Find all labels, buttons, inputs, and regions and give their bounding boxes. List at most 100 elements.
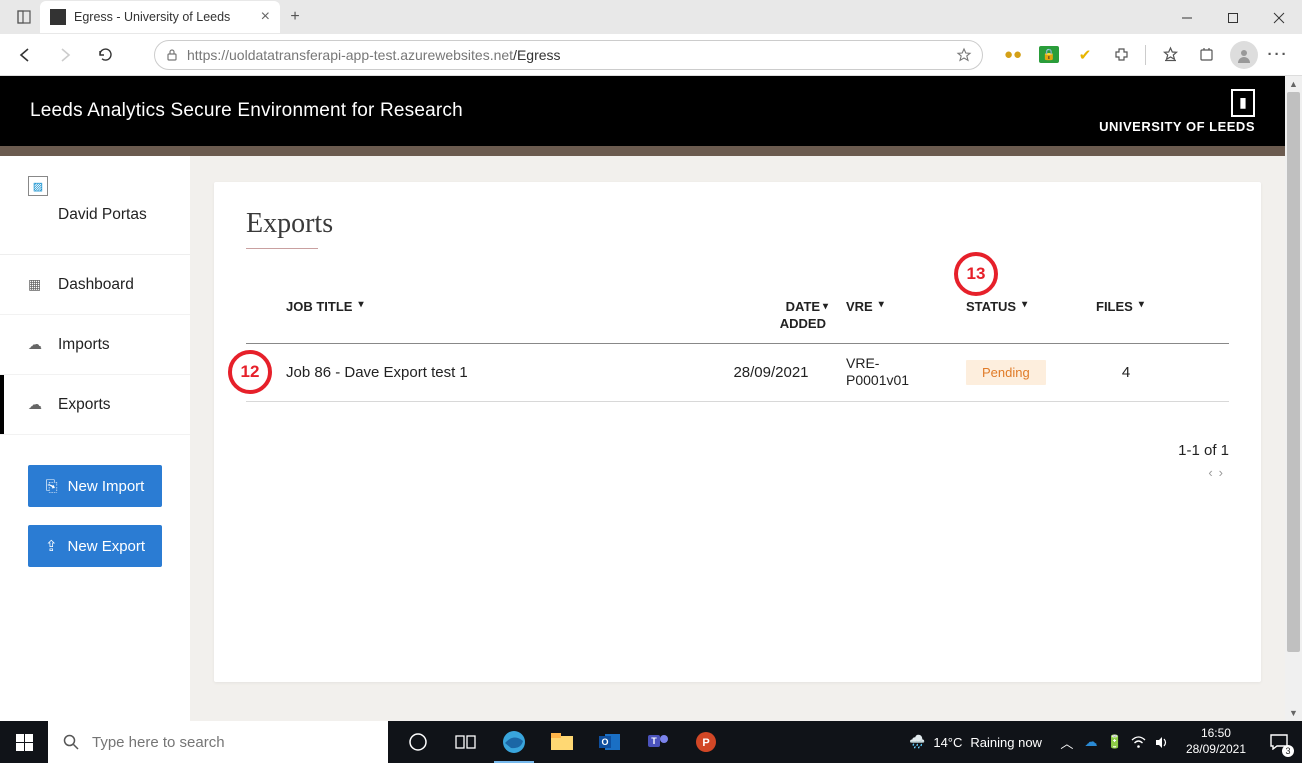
pager-count: 1-1 of 1: [246, 442, 1229, 459]
pager-prev-button[interactable]: ‹: [1208, 465, 1218, 480]
scroll-down-button[interactable]: ▼: [1285, 705, 1302, 721]
col-header-files[interactable]: FILES ▾: [1066, 299, 1156, 314]
search-input[interactable]: [92, 734, 374, 751]
taskbar-notifications-button[interactable]: 3: [1258, 721, 1300, 763]
taskbar-clock[interactable]: 16:50 28/09/2021: [1176, 726, 1256, 757]
cell-date-added: 28/09/2021: [716, 364, 826, 381]
header-accent-strip: [0, 146, 1285, 156]
cell-job-title: Job 86 - Dave Export test 1: [246, 364, 716, 381]
address-bar[interactable]: https://uoldatatransferapi-app-test.azur…: [154, 40, 983, 70]
svg-text:O: O: [601, 737, 608, 747]
taskbar-app-powerpoint[interactable]: P: [682, 721, 730, 763]
lock-icon: [165, 48, 179, 62]
table-row[interactable]: 12 Job 86 - Dave Export test 1 28/09/202…: [246, 344, 1229, 402]
university-logo: ▮ UNIVERSITY OF LEEDS: [1099, 89, 1255, 134]
user-block: ▨ David Portas: [0, 156, 190, 254]
start-button[interactable]: [0, 721, 48, 763]
exports-card: Exports 13 JOB TITLE ▾ DATEADDED ▾: [214, 182, 1261, 682]
export-icon: ⇪: [45, 537, 58, 555]
cloud-download-icon: ☁: [28, 336, 46, 353]
tray-battery-icon[interactable]: 🔋: [1104, 721, 1126, 763]
exports-table: JOB TITLE ▾ DATEADDED ▾ VRE ▾ STATUS: [246, 279, 1229, 402]
chevron-down-icon: ▾: [1022, 299, 1027, 310]
browser-titlebar: Egress - University of Leeds × +: [0, 0, 1302, 34]
sidebar-item-exports[interactable]: ☁ Exports: [0, 375, 190, 435]
sidebar-item-imports[interactable]: ☁ Imports: [0, 315, 190, 375]
window-minimize-button[interactable]: [1164, 2, 1210, 34]
chevron-down-icon: ▾: [1139, 299, 1144, 310]
tray-volume-icon[interactable]: [1152, 721, 1174, 763]
ext-icon-3[interactable]: ✔: [1069, 39, 1101, 71]
cell-status: Pending: [936, 360, 1066, 385]
window-maximize-button[interactable]: [1210, 2, 1256, 34]
profile-button[interactable]: [1230, 41, 1258, 69]
chevron-down-icon: ▾: [358, 299, 363, 310]
back-button[interactable]: [8, 38, 42, 72]
new-tab-button[interactable]: +: [280, 2, 310, 32]
collections-button[interactable]: [1190, 39, 1222, 71]
browser-tab[interactable]: Egress - University of Leeds ×: [40, 1, 280, 33]
pager-next-button[interactable]: ›: [1219, 465, 1229, 480]
page-viewport: Leeds Analytics Secure Environment for R…: [0, 76, 1285, 721]
col-header-job-title[interactable]: JOB TITLE ▾: [246, 299, 716, 314]
ext-icon-1[interactable]: ●●: [997, 39, 1029, 71]
cloud-upload-icon: ☁: [28, 396, 46, 413]
chevron-down-icon: ▾: [823, 301, 828, 312]
new-import-button[interactable]: ⎘ New Import: [28, 465, 162, 507]
button-label: New Export: [68, 538, 146, 555]
crest-icon: ▮: [1231, 89, 1255, 117]
button-label: New Import: [68, 478, 145, 495]
col-header-status[interactable]: STATUS ▾: [936, 299, 1066, 314]
university-name: UNIVERSITY OF LEEDS: [1099, 119, 1255, 134]
taskbar-app-edge[interactable]: [490, 721, 538, 763]
url-text: https://uoldatatransferapi-app-test.azur…: [187, 47, 561, 63]
sidebar-item-dashboard[interactable]: ▦ Dashboard: [0, 255, 190, 315]
browser-toolbar: https://uoldatatransferapi-app-test.azur…: [0, 34, 1302, 76]
taskbar-cortana-button[interactable]: [394, 721, 442, 763]
site-header: Leeds Analytics Secure Environment for R…: [0, 76, 1285, 146]
main-content: Exports 13 JOB TITLE ▾ DATEADDED ▾: [190, 156, 1285, 721]
new-export-button[interactable]: ⇪ New Export: [28, 525, 162, 567]
refresh-button[interactable]: [88, 38, 122, 72]
tray-wifi-icon[interactable]: [1128, 721, 1150, 763]
favorites-button[interactable]: [1154, 39, 1186, 71]
taskbar-weather[interactable]: 🌧️ 14°C Raining now: [897, 734, 1054, 750]
user-name: David Portas: [28, 206, 170, 224]
svg-text:T: T: [651, 736, 657, 746]
windows-taskbar: O T P 🌧️ 14°C Raining now ︿ ☁ 🔋 16:50 28…: [0, 721, 1302, 763]
scrollbar-thumb[interactable]: [1287, 92, 1300, 652]
taskbar-taskview-button[interactable]: [442, 721, 490, 763]
weather-temp: 14°C: [933, 735, 962, 750]
col-header-date-added[interactable]: DATEADDED ▾: [716, 299, 826, 333]
sidebar-item-label: Dashboard: [58, 276, 134, 294]
ext-icon-2[interactable]: 🔒: [1033, 39, 1065, 71]
chevron-down-icon: ▾: [879, 299, 884, 310]
search-icon: [62, 733, 80, 751]
clock-date: 28/09/2021: [1186, 742, 1246, 758]
tab-actions-button[interactable]: [8, 3, 40, 31]
clock-time: 16:50: [1186, 726, 1246, 742]
page-title: Exports: [246, 208, 1229, 240]
taskbar-app-explorer[interactable]: [538, 721, 586, 763]
weather-text: Raining now: [970, 735, 1042, 750]
sidebar-item-label: Exports: [58, 396, 111, 414]
col-header-vre[interactable]: VRE ▾: [826, 299, 936, 314]
window-close-button[interactable]: [1256, 2, 1302, 34]
grid-icon: ▦: [28, 276, 46, 293]
taskbar-app-outlook[interactable]: O: [586, 721, 634, 763]
tray-onedrive-icon[interactable]: ☁: [1080, 721, 1102, 763]
import-icon: ⎘: [46, 478, 58, 495]
forward-button[interactable]: [48, 38, 82, 72]
tab-close-button[interactable]: ×: [261, 9, 270, 25]
extensions-button[interactable]: [1105, 39, 1137, 71]
menu-button[interactable]: ···: [1262, 39, 1294, 71]
favorite-button[interactable]: [956, 47, 972, 63]
scroll-up-button[interactable]: ▲: [1285, 76, 1302, 92]
cell-vre: VRE-P0001v01: [826, 355, 936, 389]
pagination: 1-1 of 1 ‹›: [246, 442, 1229, 480]
scrollbar-vertical[interactable]: ▲ ▼: [1285, 76, 1302, 721]
taskbar-app-teams[interactable]: T: [634, 721, 682, 763]
tray-overflow-button[interactable]: ︿: [1056, 721, 1078, 763]
cell-files: 4: [1066, 364, 1156, 381]
taskbar-search[interactable]: [48, 721, 388, 763]
